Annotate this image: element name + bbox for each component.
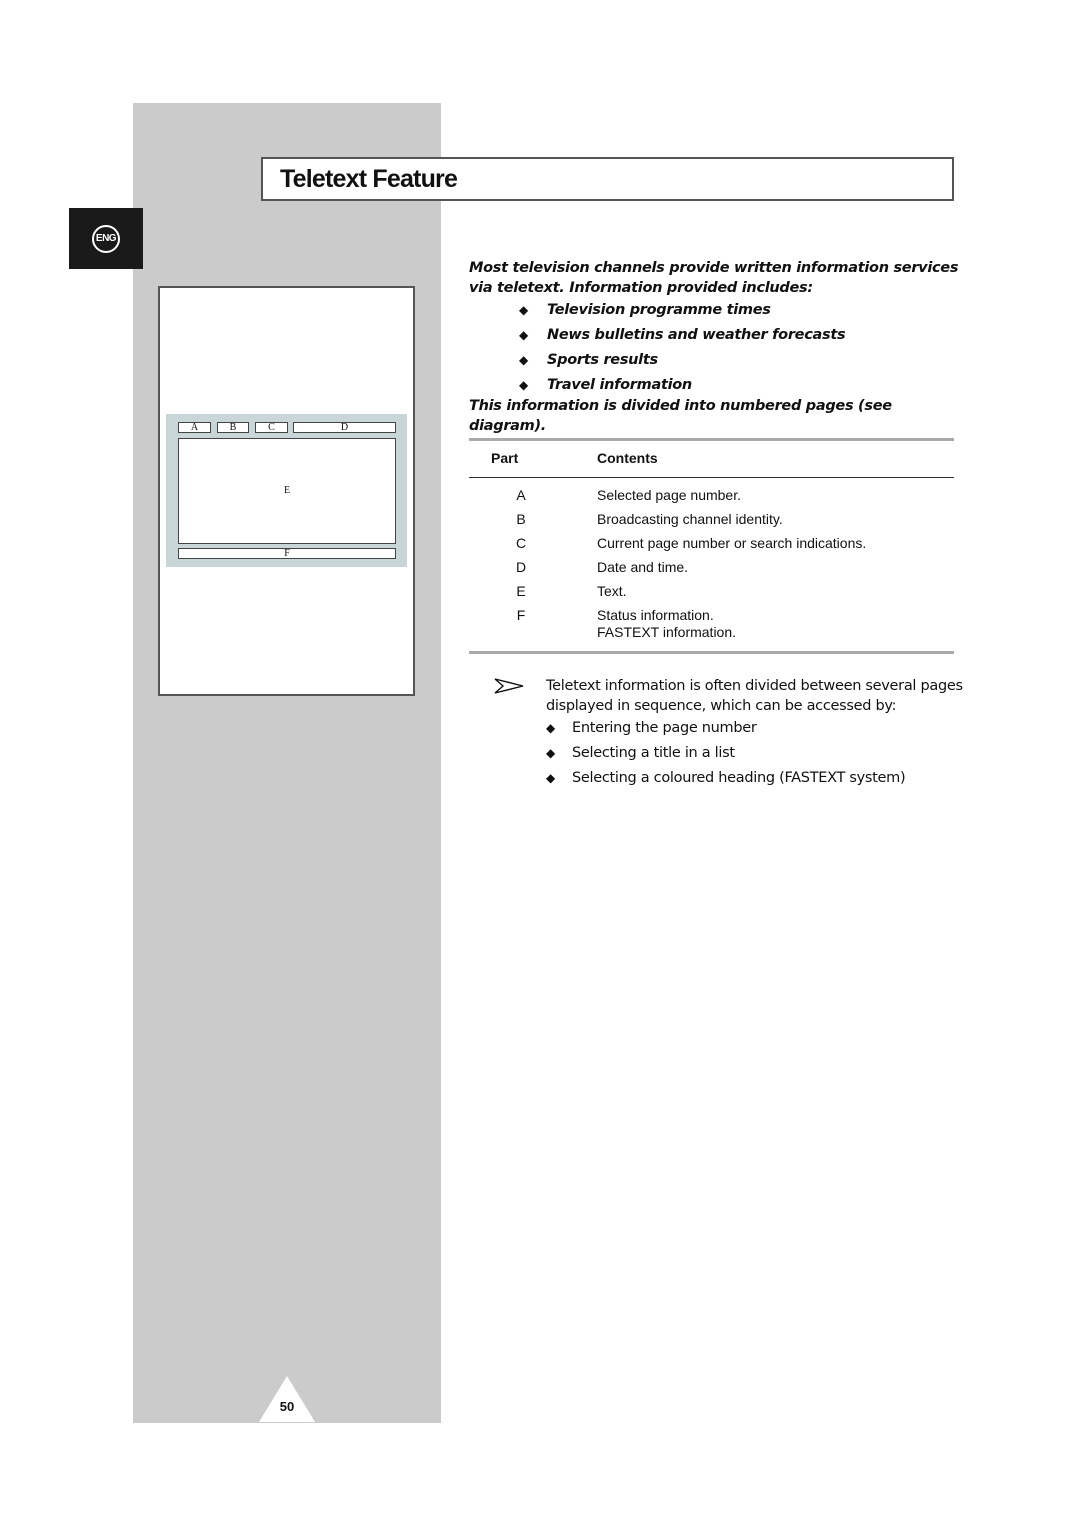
- row-contents: Broadcasting channel identity.: [597, 511, 783, 527]
- list-item: ◆ Travel information: [469, 373, 959, 398]
- header-part: Part: [491, 450, 519, 466]
- diagram-cell-e: E: [178, 438, 396, 544]
- diamond-bullet-icon: ◆: [519, 353, 528, 367]
- list-item: ◆ Selecting a title in a list: [546, 741, 964, 766]
- row-part: E: [516, 583, 526, 599]
- intro-bullet-list: ◆ Television programme times ◆ News bullet…: [469, 298, 959, 398]
- bullet-text: Travel information: [547, 377, 692, 393]
- note-bullet-list: ◆ Entering the page number ◆ Selecting a t…: [546, 716, 964, 791]
- page-title-box: Teletext Feature: [261, 157, 954, 201]
- row-contents: Date and time.: [597, 559, 689, 575]
- note-text: Teletext information is often divided be…: [546, 678, 963, 714]
- bullet-text: News bulletins and weather forecasts: [547, 327, 846, 343]
- list-item: ◆ Entering the page number: [546, 716, 964, 741]
- eng-icon: ENG: [92, 224, 120, 253]
- list-item: ◆ News bulletins and weather forecasts: [469, 323, 959, 348]
- row-contents: Selected page number.: [597, 487, 741, 503]
- note-section: Teletext information is often divided be…: [494, 676, 964, 791]
- table-header-rule: [469, 477, 954, 478]
- row-contents: FASTEXT information.: [597, 624, 737, 640]
- diamond-bullet-icon: ◆: [546, 721, 555, 735]
- diamond-bullet-icon: ◆: [519, 328, 528, 342]
- row-contents: Text.: [597, 583, 627, 599]
- page-title: Teletext Feature: [280, 164, 458, 193]
- teletext-screen-diagram: A B C D E F: [166, 414, 407, 567]
- bullet-text: Sports results: [547, 352, 658, 368]
- intro-closing: This information is divided into numbere…: [469, 398, 892, 434]
- row-part: C: [516, 535, 527, 551]
- bullet-text: Television programme times: [547, 302, 771, 318]
- diagram-cell-a: A: [178, 422, 211, 433]
- intro-paragraph: Most television channels provide written…: [469, 260, 959, 296]
- diamond-bullet-icon: ◆: [519, 303, 528, 317]
- row-contents: Status information.: [597, 607, 714, 623]
- header-contents: Contents: [597, 450, 658, 466]
- list-item: ◆ Selecting a coloured heading (FASTEXT s…: [546, 766, 964, 791]
- table-header: Part Contents: [469, 450, 954, 470]
- list-item: ◆ Television programme times: [469, 298, 959, 323]
- diagram-cell-d: D: [293, 422, 396, 433]
- intro-section: Most television channels provide written…: [469, 258, 959, 436]
- table-top-rule: [469, 438, 954, 441]
- diamond-bullet-icon: ◆: [519, 378, 528, 392]
- diamond-bullet-icon: ◆: [546, 771, 555, 785]
- row-part: A: [516, 487, 526, 503]
- bullet-text: Selecting a title in a list: [572, 745, 735, 761]
- note-arrow-icon: [494, 678, 524, 694]
- row-part: F: [516, 607, 526, 623]
- diagram-cell-f: F: [178, 548, 396, 559]
- bullet-text: Entering the page number: [572, 720, 757, 736]
- row-part: B: [516, 511, 526, 527]
- page-number: 50: [279, 1399, 295, 1414]
- bullet-text: Selecting a coloured heading (FASTEXT sy…: [572, 770, 906, 786]
- table-bottom-rule: [469, 651, 954, 654]
- row-part: D: [516, 559, 527, 575]
- diagram-cell-b: B: [217, 422, 249, 433]
- diagram-cell-c: C: [255, 422, 288, 433]
- row-contents: Current page number or search indication…: [597, 535, 867, 551]
- diamond-bullet-icon: ◆: [546, 746, 555, 760]
- language-badge: ENG: [69, 208, 143, 269]
- list-item: ◆ Sports results: [469, 348, 959, 373]
